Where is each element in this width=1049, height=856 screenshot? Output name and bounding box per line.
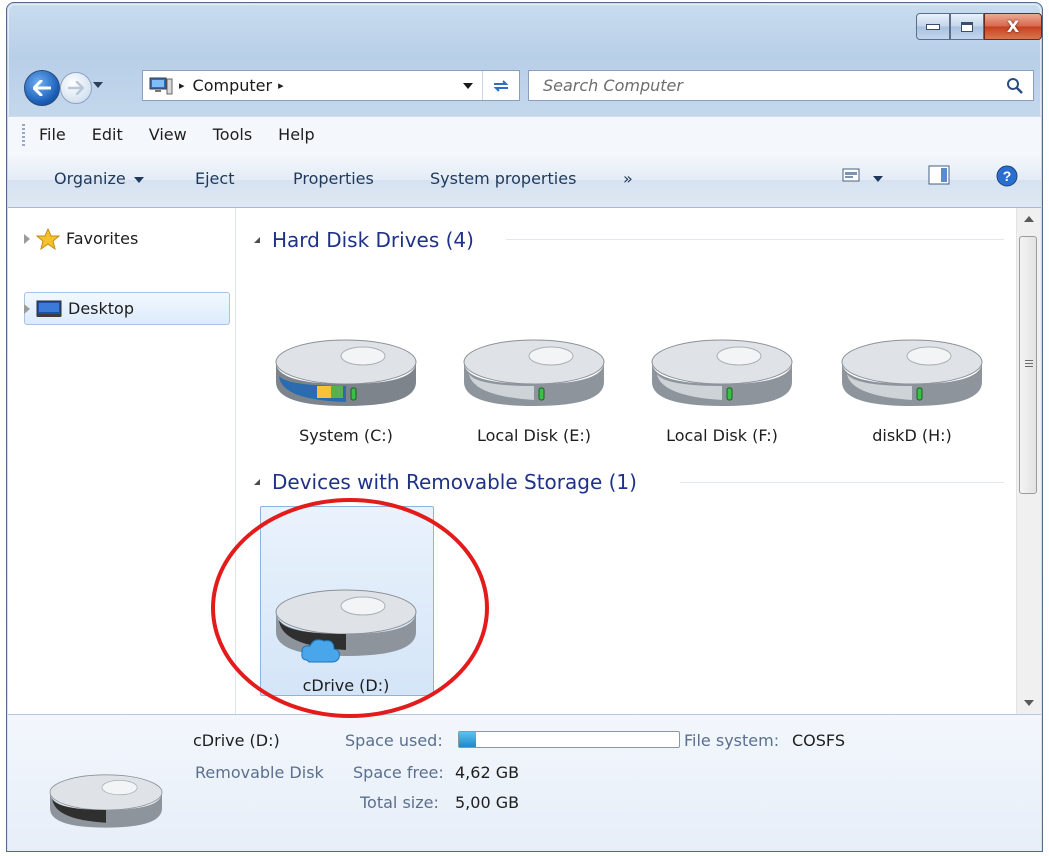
menu-edit[interactable]: Edit [92, 125, 123, 144]
back-arrow-icon [33, 80, 51, 96]
eject-button[interactable]: Eject [195, 169, 234, 188]
menu-bar: File Edit View Tools Help [8, 116, 1041, 153]
view-icon [842, 168, 860, 182]
back-button[interactable] [24, 70, 60, 106]
address-dropdown[interactable] [463, 83, 473, 89]
command-bar: Organize Eject Properties System propert… [8, 152, 1041, 208]
desktop-icon [36, 300, 62, 317]
search-icon[interactable] [1006, 77, 1024, 95]
space-free-label: Space free: [353, 763, 444, 782]
group-header-label: Hard Disk Drives (4) [272, 228, 474, 252]
close-button[interactable]: X [984, 13, 1042, 40]
menu-file[interactable]: File [39, 125, 66, 144]
search-box[interactable] [528, 70, 1034, 101]
scroll-down-icon[interactable] [1024, 700, 1034, 706]
expand-arrow-icon[interactable] [24, 233, 30, 244]
minimize-button[interactable] [916, 13, 950, 40]
toolbar-grip[interactable] [22, 123, 25, 146]
details-item-name: cDrive (D:) [193, 731, 280, 750]
group-divider [680, 482, 1004, 483]
maximize-icon [961, 21, 973, 32]
hard-drive-icon [651, 339, 793, 406]
caption-buttons: X [916, 13, 1042, 43]
search-input[interactable] [541, 71, 985, 100]
total-size-value: 5,00 GB [455, 793, 520, 812]
scrollbar-thumb[interactable] [1019, 236, 1037, 494]
group-header-label: Devices with Removable Storage (1) [272, 470, 637, 494]
computer-icon [149, 77, 173, 95]
refresh-button[interactable] [482, 71, 519, 100]
drive-local-f[interactable]: Local Disk (F:) [640, 336, 804, 445]
nav-item-desktop[interactable]: Desktop [24, 292, 134, 325]
cloud-drive-icon [275, 589, 417, 663]
chevron-down-icon [873, 175, 884, 182]
details-pane: cDrive (D:) Removable Disk Space used: F… [8, 714, 1041, 851]
drive-label: cDrive (D:) [302, 676, 390, 695]
system-drive-icon [275, 339, 417, 406]
change-view-button[interactable] [842, 167, 884, 187]
drive-system-c[interactable]: System (C:) [264, 336, 428, 445]
content-pane: Hard Disk Drives (4) System (C:) Local D… [236, 208, 1016, 714]
forward-button[interactable] [60, 72, 92, 104]
star-icon [36, 227, 60, 250]
nav-item-favorites[interactable]: Favorites [24, 222, 138, 255]
menu-help[interactable]: Help [278, 125, 314, 144]
maximize-button[interactable] [950, 13, 984, 40]
organize-label: Organize [54, 169, 126, 188]
total-size-label: Total size: [360, 793, 439, 812]
expand-arrow-icon[interactable] [24, 303, 30, 314]
scroll-grip-icon [1025, 360, 1033, 367]
breadcrumb-separator[interactable]: ▸ [278, 79, 284, 92]
drive-local-e[interactable]: Local Disk (E:) [452, 336, 616, 445]
svg-text:?: ? [1003, 168, 1012, 184]
drive-diskd-h[interactable]: diskD (H:) [830, 336, 994, 445]
drive-cdrive-d[interactable]: cDrive (D:) [264, 588, 428, 695]
space-used-fill [459, 732, 476, 747]
group-divider [506, 239, 1004, 240]
group-header-removable[interactable]: Devices with Removable Storage (1) [254, 470, 637, 494]
navigation-pane: Favorites Desktop [8, 208, 236, 714]
menu-tools[interactable]: Tools [213, 125, 252, 144]
drive-label: Local Disk (F:) [666, 426, 778, 445]
breadcrumb-computer[interactable]: Computer [193, 76, 273, 95]
drive-label: System (C:) [299, 426, 393, 445]
preview-pane-button[interactable] [928, 165, 950, 189]
drive-label: Local Disk (E:) [477, 426, 591, 445]
breadcrumb-separator[interactable]: ▸ [179, 79, 185, 92]
preview-pane-icon [928, 165, 950, 185]
help-icon: ? [996, 165, 1018, 187]
recent-pages-dropdown[interactable] [93, 82, 103, 88]
nav-item-label: Favorites [66, 229, 139, 248]
refresh-icon [493, 79, 509, 92]
file-system-label: File system: [684, 731, 780, 750]
hard-drive-icon [463, 339, 605, 406]
group-header-hard-disks[interactable]: Hard Disk Drives (4) [254, 228, 474, 252]
space-used-label: Space used: [345, 731, 443, 750]
more-commands-button[interactable]: » [623, 169, 633, 188]
details-item-type: Removable Disk [195, 763, 324, 782]
vertical-scrollbar[interactable] [1016, 208, 1040, 714]
collapse-group-icon[interactable] [254, 237, 260, 243]
scroll-up-icon[interactable] [1024, 216, 1034, 222]
selected-drive-icon [49, 774, 163, 828]
collapse-group-icon[interactable] [254, 479, 260, 485]
forward-arrow-icon [68, 81, 84, 95]
organize-button[interactable]: Organize [54, 169, 144, 188]
space-used-bar [458, 731, 680, 748]
hard-drive-icon [841, 339, 983, 406]
nav-item-label: Desktop [68, 299, 134, 318]
file-system-value: COSFS [792, 731, 845, 750]
system-properties-button[interactable]: System properties [430, 169, 576, 188]
help-button[interactable]: ? [996, 165, 1018, 191]
close-icon: X [1006, 16, 1020, 36]
chevron-down-icon [133, 176, 144, 183]
properties-button[interactable]: Properties [293, 169, 374, 188]
drive-label: diskD (H:) [872, 426, 952, 445]
menu-view[interactable]: View [149, 125, 187, 144]
space-free-value: 4,62 GB [455, 763, 520, 782]
minimize-icon [926, 23, 940, 30]
address-bar[interactable]: ▸ Computer ▸ [142, 70, 520, 101]
